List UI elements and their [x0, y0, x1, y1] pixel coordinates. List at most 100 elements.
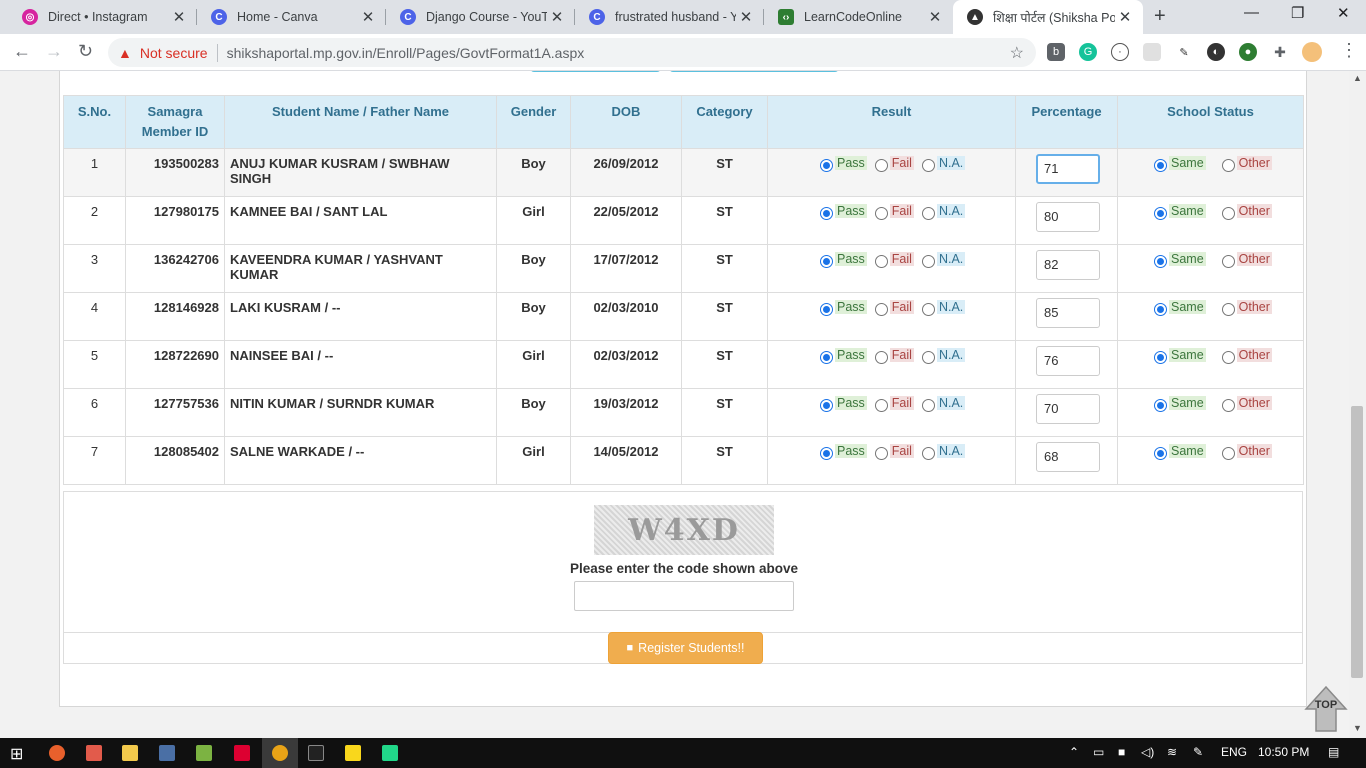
result-na-radio[interactable]: N.A.	[921, 252, 966, 268]
result-pass-radio[interactable]: Pass	[820, 300, 867, 316]
result-fail-radio[interactable]: Fail	[874, 396, 914, 412]
status-other-radio[interactable]: Other	[1221, 300, 1272, 316]
result-na-radio[interactable]: N.A.	[921, 348, 966, 364]
back-icon[interactable]: ←	[13, 41, 31, 62]
status-other-radio[interactable]: Other	[1221, 252, 1272, 268]
status-same-radio[interactable]: Same	[1154, 300, 1206, 316]
app-icon[interactable]	[86, 745, 102, 761]
result-pass-radio[interactable]: Pass	[820, 444, 867, 460]
status-same-radio[interactable]: Same	[1154, 396, 1206, 412]
app-tray-icon[interactable]: ■	[1118, 745, 1125, 759]
scrollbar-thumb[interactable]	[1351, 406, 1363, 678]
browser-tab[interactable]: C Home - Canva ✕	[197, 0, 386, 34]
extension-icon[interactable]: ·	[1111, 43, 1129, 61]
new-tab-icon[interactable]: +	[1154, 5, 1166, 28]
forward-icon[interactable]: →	[45, 41, 63, 62]
status-other-radio[interactable]: Other	[1221, 444, 1272, 460]
status-same-radio[interactable]: Same	[1154, 444, 1206, 460]
action-button[interactable]	[530, 71, 661, 72]
close-tab-icon[interactable]: ✕	[358, 8, 378, 26]
puzzle-icon[interactable]: ✚	[1271, 43, 1289, 61]
result-na-radio[interactable]: N.A.	[921, 156, 966, 172]
extension-icon[interactable]	[1143, 43, 1161, 61]
windows-start-icon[interactable]: ⊞	[10, 744, 23, 764]
pycharm-icon[interactable]	[382, 745, 398, 761]
result-pass-radio[interactable]: Pass	[820, 252, 867, 268]
status-same-radio[interactable]: Same	[1154, 348, 1206, 364]
result-pass-radio[interactable]: Pass	[820, 156, 867, 172]
menu-icon[interactable]: ⋮	[1340, 40, 1358, 61]
close-tab-icon[interactable]: ✕	[547, 8, 567, 26]
status-same-radio[interactable]: Same	[1154, 204, 1206, 220]
result-fail-radio[interactable]: Fail	[874, 300, 914, 316]
action-button[interactable]	[669, 71, 839, 72]
result-fail-radio[interactable]: Fail	[874, 348, 914, 364]
status-other-radio[interactable]: Other	[1221, 348, 1272, 364]
wifi-icon[interactable]: ≋	[1167, 745, 1177, 759]
scroll-to-top-button[interactable]: TOP	[1304, 685, 1348, 735]
browser-tab-active[interactable]: ▲ शिक्षा पोर्टल (Shiksha Port ✕	[953, 0, 1143, 34]
not-secure-label[interactable]: Not secure	[140, 45, 208, 61]
language-indicator[interactable]: ENG	[1221, 745, 1247, 759]
percentage-input[interactable]: 85	[1036, 298, 1100, 328]
status-other-radio[interactable]: Other	[1221, 156, 1272, 172]
result-pass-radio[interactable]: Pass	[820, 396, 867, 412]
clock[interactable]: 10:50 PM	[1258, 745, 1309, 759]
pen-icon[interactable]: ✎	[1193, 745, 1203, 759]
notifications-icon[interactable]: ▤	[1328, 745, 1339, 759]
percentage-input[interactable]: 76	[1036, 346, 1100, 376]
close-tab-icon[interactable]: ✕	[736, 8, 756, 26]
percentage-input[interactable]: 82	[1036, 250, 1100, 280]
result-na-radio[interactable]: N.A.	[921, 204, 966, 220]
result-pass-radio[interactable]: Pass	[820, 348, 867, 364]
file-explorer-icon[interactable]	[122, 745, 138, 761]
percentage-input[interactable]: 70	[1036, 394, 1100, 424]
app-icon[interactable]	[159, 745, 175, 761]
percentage-input[interactable]: 80	[1036, 202, 1100, 232]
grammarly-icon[interactable]: G	[1079, 43, 1097, 61]
tray-chevron-icon[interactable]: ⌃	[1069, 745, 1079, 759]
result-fail-radio[interactable]: Fail	[874, 204, 914, 220]
result-na-radio[interactable]: N.A.	[921, 300, 966, 316]
result-fail-radio[interactable]: Fail	[874, 444, 914, 460]
browser-tab[interactable]: C Django Course - YouTube ✕	[386, 0, 575, 34]
close-tab-icon[interactable]: ✕	[1115, 8, 1135, 26]
page-scrollbar[interactable]: ▲ ▼	[1349, 71, 1366, 738]
eyedropper-icon[interactable]: ✎	[1175, 43, 1193, 61]
status-same-radio[interactable]: Same	[1154, 252, 1206, 268]
dark-mode-icon[interactable]: ◐	[1207, 43, 1225, 61]
volume-icon[interactable]: ◁)	[1141, 745, 1154, 759]
browser-tab[interactable]: C frustrated husband - Yo ✕	[575, 0, 764, 34]
url-text[interactable]: shikshaportal.mp.gov.in/Enroll/Pages/Gov…	[227, 45, 585, 61]
result-na-radio[interactable]: N.A.	[921, 396, 966, 412]
sticky-notes-icon[interactable]	[345, 745, 361, 761]
percentage-input[interactable]: 71	[1036, 154, 1100, 184]
app-icon[interactable]	[196, 745, 212, 761]
terminal-icon[interactable]	[308, 745, 324, 761]
browser-tab[interactable]: ◎ Direct • Instagram ✕	[8, 0, 197, 34]
result-na-radio[interactable]: N.A.	[921, 444, 966, 460]
reload-icon[interactable]: ↻	[78, 41, 93, 62]
result-fail-radio[interactable]: Fail	[874, 252, 914, 268]
minimize-icon[interactable]: —	[1244, 4, 1259, 21]
status-same-radio[interactable]: Same	[1154, 156, 1206, 172]
percentage-input[interactable]: 68	[1036, 442, 1100, 472]
result-pass-radio[interactable]: Pass	[820, 204, 867, 220]
close-window-icon[interactable]: ✕	[1337, 4, 1350, 22]
address-bar[interactable]: ▲ Not secure shikshaportal.mp.gov.in/Enr…	[108, 38, 1036, 67]
angular-icon[interactable]	[234, 745, 250, 761]
chrome-icon[interactable]	[272, 745, 288, 761]
close-tab-icon[interactable]: ✕	[169, 8, 189, 26]
maximize-icon[interactable]: ❐	[1291, 4, 1304, 22]
scroll-down-icon[interactable]: ▼	[1353, 723, 1362, 733]
bookmark-star-icon[interactable]: ☆	[1010, 43, 1024, 63]
avatar[interactable]	[1302, 42, 1322, 62]
captcha-input[interactable]	[574, 581, 794, 611]
globe-icon[interactable]: ●	[1239, 43, 1257, 61]
extension-icon[interactable]: b	[1047, 43, 1065, 61]
status-other-radio[interactable]: Other	[1221, 396, 1272, 412]
close-tab-icon[interactable]: ✕	[925, 8, 945, 26]
register-students-button[interactable]: ■ Register Students!!	[608, 632, 763, 664]
browser-tab[interactable]: ‹› LearnCodeOnline ✕	[764, 0, 953, 34]
app-icon[interactable]	[49, 745, 65, 761]
